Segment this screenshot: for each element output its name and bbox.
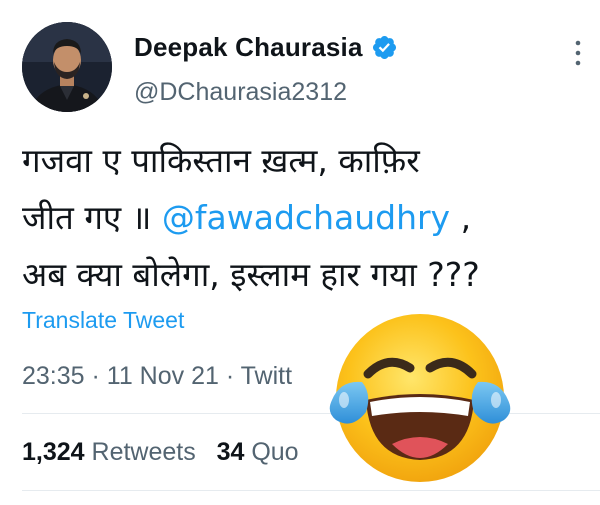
more-options-icon[interactable] bbox=[572, 38, 584, 68]
tweet-time[interactable]: 23:35 bbox=[22, 362, 85, 390]
avatar-photo bbox=[22, 22, 112, 112]
retweets-count: 1,324 bbox=[22, 438, 85, 466]
tweet-date[interactable]: 11 Nov 21 bbox=[107, 362, 219, 390]
tweet-text-line-1: गजवा ए पाकिस्तान ख़त्म, काफ़िर bbox=[22, 141, 420, 180]
retweets-label: Retweets bbox=[84, 438, 196, 466]
tweet-text-line-2-suffix: , bbox=[450, 198, 472, 237]
tweet-card: Deepak Chaurasia @DChaurasia2312 गजवा ए … bbox=[0, 0, 600, 505]
quotes-stat[interactable]: 34 Quo bbox=[217, 438, 299, 466]
verified-badge-icon bbox=[371, 34, 398, 61]
retweets-stat[interactable]: 1,324 Retweets bbox=[22, 438, 196, 466]
tweet-text-line-3: अब क्या बोलेगा, इस्लाम हार गया ??? bbox=[22, 255, 480, 294]
mention-link[interactable]: @fawadchaudhry bbox=[162, 198, 450, 237]
tweet-source[interactable]: Twitt bbox=[241, 362, 292, 390]
engagement-stats: 1,324 Retweets 34 Quo bbox=[22, 438, 299, 467]
tweet-meta: 23:35 · 11 Nov 21 · Twitt bbox=[22, 362, 292, 391]
meta-separator: · bbox=[84, 362, 107, 390]
divider bbox=[22, 490, 600, 491]
translate-tweet-link[interactable]: Translate Tweet bbox=[22, 307, 184, 334]
quotes-label: Quo bbox=[244, 438, 299, 466]
display-name[interactable]: Deepak Chaurasia bbox=[134, 32, 363, 63]
tweet-text-line-2-prefix: जीत गए ॥ bbox=[22, 198, 162, 237]
tweet-text: गजवा ए पाकिस्तान ख़त्म, काफ़िर जीत गए ॥ … bbox=[22, 132, 597, 303]
avatar[interactable] bbox=[22, 22, 112, 112]
quotes-count: 34 bbox=[216, 438, 245, 466]
user-handle[interactable]: @DChaurasia2312 bbox=[134, 78, 347, 107]
meta-separator: · bbox=[218, 362, 241, 390]
face-with-tears-of-joy-icon bbox=[329, 314, 511, 482]
tweet-text-line-2: जीत गए ॥ @fawadchaudhry , bbox=[22, 189, 597, 246]
author-row: Deepak Chaurasia bbox=[134, 32, 398, 63]
